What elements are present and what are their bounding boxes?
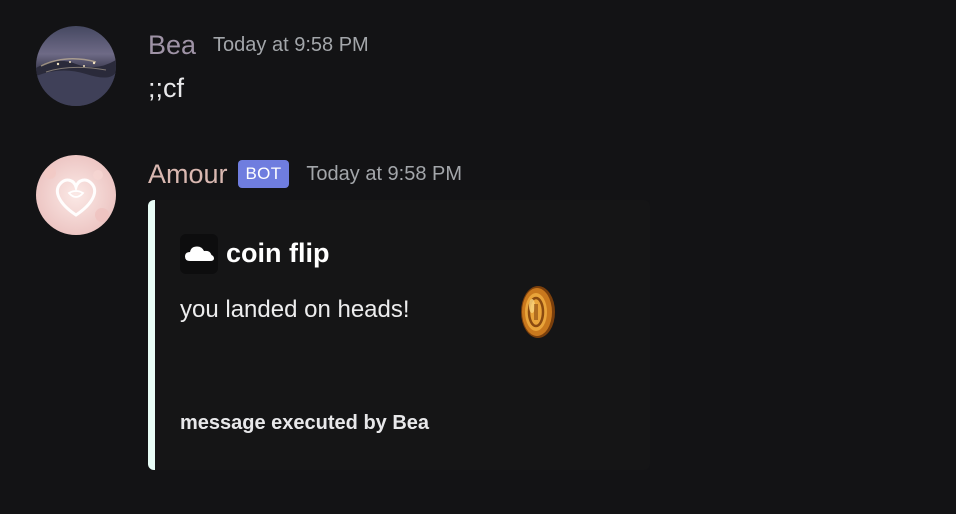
message-content-bea: ;;cf [148, 73, 185, 103]
message-header-bea: Bea Today at 9:58 PM [148, 29, 369, 61]
bot-badge: BOT [237, 160, 290, 188]
cloud-icon [180, 234, 218, 274]
embed-description: you landed on heads! [180, 296, 410, 323]
username-amour[interactable]: Amour [148, 158, 228, 190]
embed-footer: message executed by Bea [180, 412, 430, 434]
message-header-amour: Amour BOT Today at 9:58 PM [148, 158, 462, 190]
avatar-amour-image [36, 155, 116, 235]
avatar-bea[interactable] [36, 26, 116, 106]
embed: coin flip you landed on heads! message e… [148, 200, 650, 470]
embed-title: coin flip [226, 238, 330, 268]
timestamp-amour: Today at 9:58 PM [306, 163, 463, 185]
avatar-amour[interactable] [36, 155, 116, 235]
embed-accent-bar [148, 200, 155, 470]
gold-coin-icon[interactable] [518, 284, 558, 340]
avatar-bea-image [36, 26, 116, 106]
timestamp-bea: Today at 9:58 PM [213, 34, 369, 56]
username-bea[interactable]: Bea [148, 29, 196, 61]
